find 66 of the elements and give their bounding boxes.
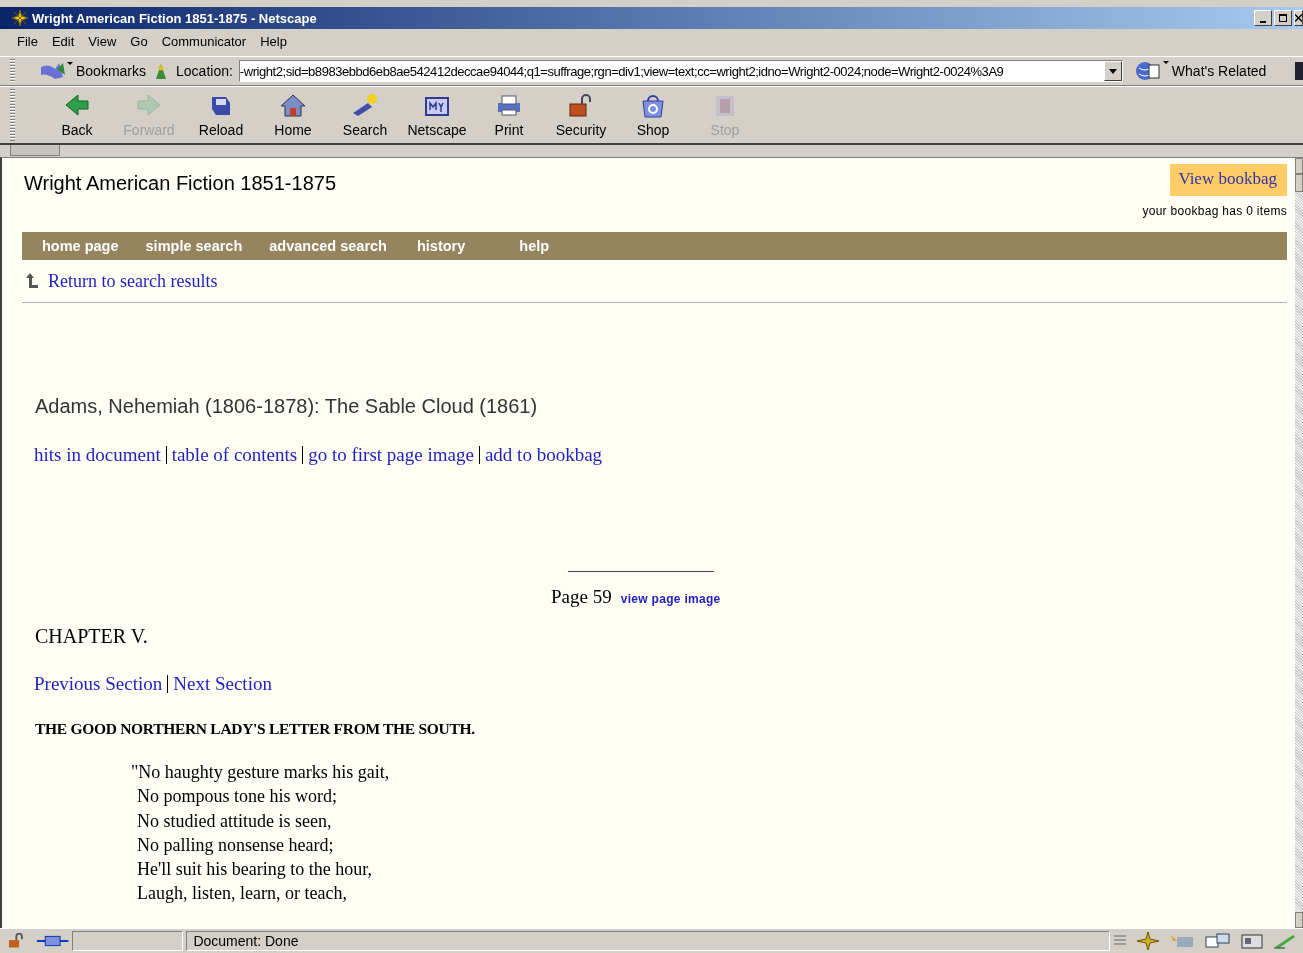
page-number: Page 59 xyxy=(551,586,612,608)
bookmarks-button[interactable]: Bookmarks xyxy=(39,61,147,81)
url-field[interactable]: -wright2;sid=b8983ebbd6eb8ae542412deccae94044;q1=suffrage;rgn=div1;view=text;cc=wright2;idno=Wright2-0024;node=Wright2-0024%3A9 xyxy=(238,60,1123,82)
minimize-button[interactable] xyxy=(1254,10,1272,26)
return-link[interactable]: Return to search results xyxy=(48,270,218,292)
bookbag-count-text: your bookbag has 0 items xyxy=(1142,204,1287,218)
toolbar-grip[interactable] xyxy=(10,89,15,141)
card-icon[interactable] xyxy=(1241,933,1263,949)
menu-item[interactable]: File xyxy=(10,33,45,49)
poem-line: Laugh, listen, learn, or teach, xyxy=(137,882,348,906)
view-bookbag-button[interactable]: View bookbag xyxy=(1170,164,1287,196)
document-title: Adams, Nehemiah (1806-1878): The Sable Cloud (1861) xyxy=(35,395,539,418)
collapse-tab[interactable] xyxy=(10,145,60,156)
toolbar-button[interactable]: Back xyxy=(41,92,113,138)
house-icon xyxy=(278,92,308,119)
poem-line: No pompous tone his word; xyxy=(137,785,338,809)
menu-item[interactable]: View xyxy=(81,33,124,49)
toolbar-button[interactable]: Print xyxy=(473,92,545,138)
location-label: Location: xyxy=(176,63,233,79)
poem-line: No palling nonsense heard; xyxy=(137,833,335,857)
globe-icon xyxy=(1134,60,1169,82)
star-icon[interactable] xyxy=(1137,932,1159,950)
nav-link[interactable]: home page xyxy=(42,238,119,254)
close-icon xyxy=(1295,14,1302,22)
menu-item[interactable]: Go xyxy=(123,33,155,49)
document-link[interactable]: add to bookbag xyxy=(484,444,603,466)
toolbar-button[interactable]: Home xyxy=(257,92,329,138)
toolbar-button[interactable]: Search xyxy=(329,92,401,138)
status-text: Document: Done xyxy=(186,931,1110,951)
scrollbar[interactable] xyxy=(1295,158,1303,928)
menu-item[interactable]: Edit xyxy=(44,33,82,49)
chat-icon[interactable] xyxy=(1205,933,1231,949)
nav-link[interactable]: history xyxy=(416,238,466,254)
nav-link[interactable]: help xyxy=(519,238,550,254)
section-link[interactable]: Next Section xyxy=(173,673,272,695)
toolbar-button[interactable]: Reload xyxy=(185,92,257,138)
nav-link[interactable]: simple search xyxy=(145,238,243,254)
star-icon xyxy=(12,10,28,26)
dropdown-arrow-icon xyxy=(1108,68,1117,74)
toolbar-button[interactable]: Security xyxy=(545,92,617,138)
poem-line: He'll suit his bearing to the hour, xyxy=(137,858,373,882)
section-link[interactable]: Previous Section xyxy=(34,673,163,695)
menu-item[interactable]: Communicator xyxy=(154,33,254,49)
whats-related-button[interactable]: What's Related xyxy=(1134,60,1267,82)
connection-icon xyxy=(35,934,70,948)
toolbar-grip[interactable] xyxy=(10,59,15,83)
document-link[interactable]: table of contents xyxy=(171,444,298,466)
lock-icon xyxy=(8,933,25,949)
pen-icon[interactable] xyxy=(1273,933,1297,949)
nav-link[interactable]: advanced search xyxy=(269,238,387,254)
toolbar-button[interactable]: Netscape xyxy=(401,92,473,138)
poem-line: No studied attitude is seen, xyxy=(137,809,333,833)
chapter-heading: CHAPTER V. xyxy=(35,625,149,648)
up-arrow-icon xyxy=(26,273,38,289)
close-button[interactable] xyxy=(1294,10,1303,26)
section-heading: THE GOOD NORTHERN LADY'S LETTER FROM THE SOUTH. xyxy=(35,720,476,738)
bookmarks-icon xyxy=(39,61,73,81)
toolbar-button[interactable]: Shop xyxy=(617,92,689,138)
document-link[interactable]: go to first page image xyxy=(308,444,474,466)
menu-item[interactable]: Help xyxy=(253,33,294,49)
view-page-image-link[interactable]: view page image xyxy=(620,592,721,606)
poem-line: "No haughty gesture marks his gait, xyxy=(131,761,391,784)
document-link[interactable]: hits in document xyxy=(34,444,161,466)
restore-button[interactable] xyxy=(1274,10,1292,26)
site-title: Wright American Fiction 1851-1875 xyxy=(24,172,336,196)
window-title: Wright American Fiction 1851-1875 - Netscape xyxy=(32,10,317,26)
